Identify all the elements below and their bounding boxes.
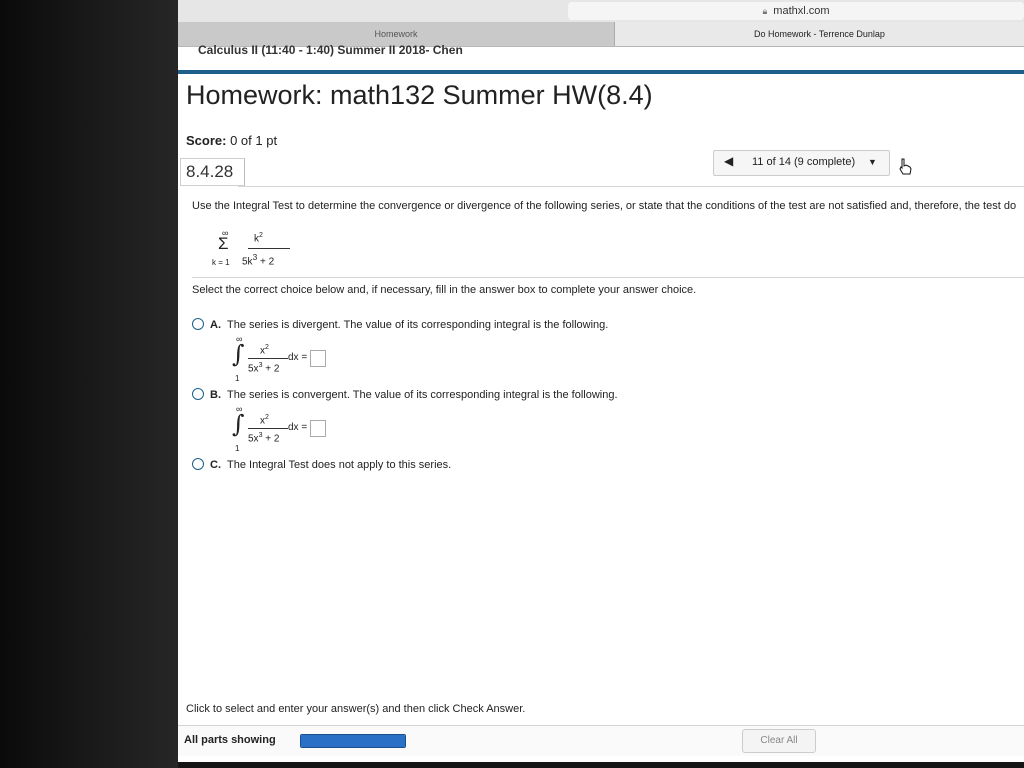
series-den-rest: + 2	[259, 256, 275, 268]
integrand-den-rest: + 2	[265, 363, 280, 375]
course-title: Calculus II (11:40 - 1:40) Summer II 201…	[198, 43, 463, 57]
integral-lower-limit: 1	[235, 374, 240, 383]
score-value: 0 of 1 pt	[230, 133, 278, 148]
integrand-denominator: 5x3 + 2	[248, 432, 279, 444]
question-navigator[interactable]: ◀ 11 of 14 (9 complete) ▼	[713, 150, 890, 176]
integrand-num-exp: 2	[265, 344, 269, 351]
integrand-den-rest: + 2	[265, 433, 280, 445]
fraction-bar	[248, 428, 288, 429]
url-text: mathxl.com	[773, 5, 830, 17]
instruction-divider	[192, 277, 1024, 278]
integral-b: ∞ ∫ x2 5x3 + 2 dx = 1	[230, 404, 340, 458]
series-num-exp: 2	[259, 232, 263, 239]
choice-b-letter: B.	[210, 389, 221, 401]
clear-all-button[interactable]: Clear All	[742, 729, 816, 753]
radio-a[interactable]	[192, 318, 204, 330]
series-denominator: 5k3 + 2	[242, 252, 274, 267]
select-instruction: Select the correct choice below and, if …	[192, 284, 697, 296]
choice-b[interactable]: B. The series is convergent. The value of…	[192, 388, 618, 401]
page-title: Homework: math132 Summer HW(8.4)	[186, 80, 653, 110]
series-den-exp: 3	[252, 252, 258, 262]
integrand-numerator: x2	[260, 414, 269, 426]
question-divider	[238, 186, 1024, 187]
choice-b-text: The series is convergent. The value of i…	[227, 389, 618, 401]
progress-fill	[301, 735, 405, 747]
choice-c[interactable]: C. The Integral Test does not apply to th…	[192, 458, 451, 471]
series-numerator: k2	[254, 232, 263, 244]
score-label: Score:	[186, 133, 227, 148]
browser-window: 🔒︎ mathxl.com Homework Do Homework - Ter…	[178, 0, 1024, 762]
monitor-bezel	[0, 0, 178, 768]
question-number: 8.4.28	[180, 158, 245, 186]
lock-icon: 🔒︎	[762, 6, 768, 16]
integral-sign: ∫	[232, 410, 245, 438]
integrand-den-base: 5x	[248, 433, 259, 445]
header-divider	[178, 70, 1024, 74]
footer-bar: All parts showing Clear All	[178, 725, 1024, 756]
progress-bar	[300, 734, 406, 748]
sigma-symbol: Σ	[218, 234, 229, 253]
radio-c[interactable]	[192, 458, 204, 470]
radio-b[interactable]	[192, 388, 204, 400]
integral-lower-limit: 1	[235, 444, 240, 453]
integrand-den-exp: 3	[258, 432, 263, 439]
dx-label: dx =	[288, 422, 308, 433]
integrand-den-exp: 3	[258, 362, 263, 369]
score: Score: 0 of 1 pt	[186, 133, 277, 148]
integrand-denominator: 5x3 + 2	[248, 362, 279, 374]
integral-sign: ∫	[232, 340, 245, 368]
choice-a-text: The series is divergent. The value of it…	[227, 319, 609, 331]
triangle-left-icon[interactable]: ◀	[724, 154, 733, 168]
question-instruction: Use the Integral Test to determine the c…	[192, 200, 1017, 212]
fraction-bar	[248, 358, 288, 359]
choice-c-text: The Integral Test does not apply to this…	[227, 459, 452, 471]
choice-a-letter: A.	[210, 319, 221, 331]
hand-pointer-icon	[899, 158, 912, 175]
tab-do-homework[interactable]: Do Homework - Terrence Dunlap	[615, 22, 1024, 46]
browser-toolbar: 🔒︎ mathxl.com	[178, 0, 1024, 22]
address-bar[interactable]: 🔒︎ mathxl.com	[568, 2, 1024, 20]
integral-a: ∞ ∫ x2 5x3 + 2 dx = 1	[230, 334, 340, 388]
dx-label: dx =	[288, 352, 308, 363]
parts-showing-label: All parts showing	[184, 734, 276, 746]
series-expression: ∞ Σ k2 5k3 + 2 k = 1	[212, 228, 292, 272]
fraction-bar	[248, 248, 290, 249]
series-lower-limit: k = 1	[212, 258, 230, 267]
footer-message: Click to select and enter your answer(s)…	[186, 703, 526, 715]
integrand-den-base: 5x	[248, 363, 259, 375]
question-nav-label[interactable]: 11 of 14 (9 complete)	[752, 156, 855, 168]
integrand-num-exp: 2	[265, 414, 269, 421]
series-den-base: 5k	[242, 256, 253, 268]
triangle-down-icon[interactable]: ▼	[868, 157, 877, 167]
integrand-numerator: x2	[260, 344, 269, 356]
choice-c-letter: C.	[210, 459, 221, 471]
choice-a[interactable]: A. The series is divergent. The value of …	[192, 318, 608, 331]
answer-input-a[interactable]	[310, 350, 326, 367]
answer-input-b[interactable]	[310, 420, 326, 437]
